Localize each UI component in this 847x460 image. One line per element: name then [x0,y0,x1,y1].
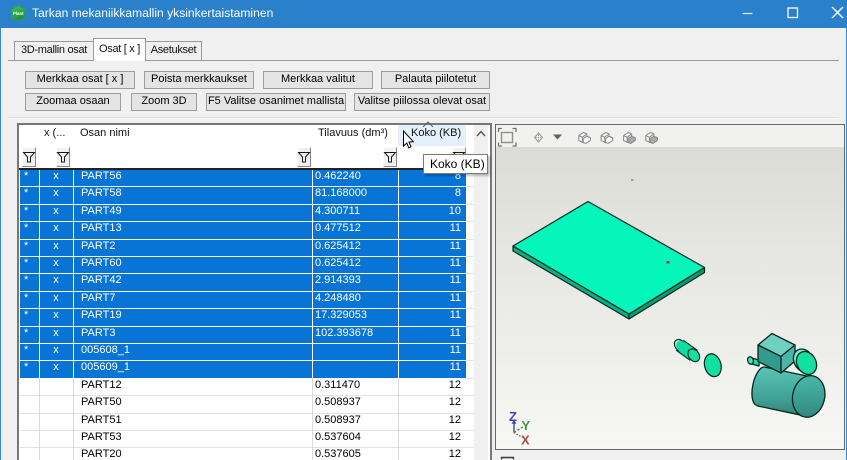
svg-text:Plant: Plant [12,10,23,15]
svg-text:X: X [521,433,530,448]
svg-text:Y: Y [522,418,531,433]
svg-text:Z: Z [509,409,517,424]
